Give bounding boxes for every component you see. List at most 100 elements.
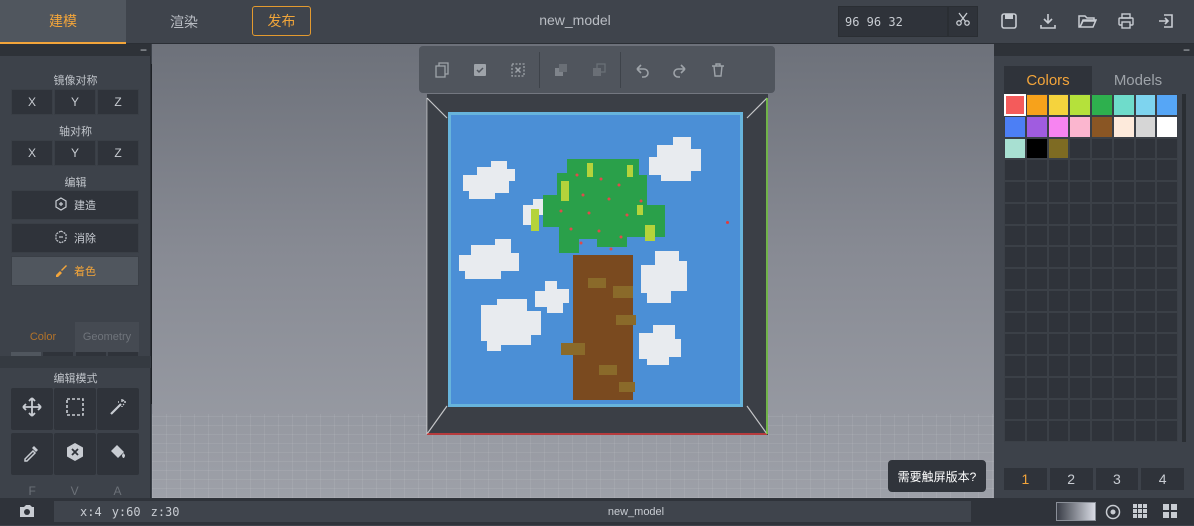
empty-swatch[interactable] bbox=[1069, 420, 1091, 442]
empty-swatch[interactable] bbox=[1134, 355, 1157, 377]
empty-swatch[interactable] bbox=[1069, 289, 1091, 312]
empty-swatch[interactable] bbox=[1004, 376, 1026, 399]
empty-swatch[interactable] bbox=[1134, 311, 1157, 334]
copy-icon[interactable] bbox=[423, 51, 461, 89]
merge-icon[interactable] bbox=[542, 51, 580, 89]
empty-swatch[interactable] bbox=[1025, 376, 1048, 399]
empty-swatch[interactable] bbox=[1091, 159, 1113, 181]
empty-swatch[interactable] bbox=[1047, 376, 1070, 399]
empty-swatch[interactable] bbox=[1025, 246, 1048, 268]
erase-button[interactable]: 消除 bbox=[11, 223, 139, 253]
tab-colors[interactable]: Colors bbox=[1004, 66, 1092, 94]
empty-swatch[interactable] bbox=[1134, 268, 1157, 290]
color-swatch[interactable] bbox=[1134, 94, 1157, 116]
empty-swatch[interactable] bbox=[1047, 202, 1070, 225]
empty-swatch[interactable] bbox=[1047, 159, 1070, 181]
empty-swatch[interactable] bbox=[1091, 420, 1113, 442]
empty-swatch[interactable] bbox=[1004, 333, 1026, 355]
palette-page-2[interactable]: 2 bbox=[1049, 468, 1093, 490]
empty-swatch[interactable] bbox=[1134, 181, 1157, 203]
empty-swatch[interactable] bbox=[1069, 268, 1091, 290]
f-mode-button[interactable]: F bbox=[28, 484, 35, 498]
empty-swatch[interactable] bbox=[1156, 376, 1178, 399]
empty-swatch[interactable] bbox=[1156, 398, 1178, 421]
axis-x-button[interactable]: X bbox=[11, 140, 53, 166]
color-swatch[interactable] bbox=[1112, 94, 1135, 116]
color-swatch[interactable] bbox=[1047, 115, 1070, 138]
empty-swatch[interactable] bbox=[1004, 268, 1026, 290]
empty-swatch[interactable] bbox=[1156, 181, 1178, 203]
empty-swatch[interactable] bbox=[1047, 246, 1070, 268]
empty-swatch[interactable] bbox=[1047, 224, 1070, 247]
empty-swatch[interactable] bbox=[1156, 289, 1178, 312]
empty-swatch[interactable] bbox=[1004, 289, 1026, 312]
geometry-mode-tab[interactable]: Geometry bbox=[75, 322, 139, 352]
empty-swatch[interactable] bbox=[1004, 355, 1026, 377]
empty-swatch[interactable] bbox=[1091, 376, 1113, 399]
empty-swatch[interactable] bbox=[1069, 224, 1091, 247]
color-swatch[interactable] bbox=[1025, 137, 1048, 160]
empty-swatch[interactable] bbox=[1091, 246, 1113, 268]
empty-swatch[interactable] bbox=[1134, 420, 1157, 442]
axis-z-button[interactable]: Z bbox=[97, 140, 139, 166]
save-icon[interactable] bbox=[998, 10, 1020, 32]
empty-swatch[interactable] bbox=[1112, 137, 1135, 160]
empty-swatch[interactable] bbox=[1112, 202, 1135, 225]
empty-swatch[interactable] bbox=[1091, 355, 1113, 377]
select-tool-button[interactable] bbox=[54, 388, 96, 430]
v-mode-button[interactable]: V bbox=[71, 484, 79, 498]
empty-swatch[interactable] bbox=[1134, 333, 1157, 355]
tab-render[interactable]: 渲染 bbox=[126, 0, 242, 44]
color-swatch[interactable] bbox=[1156, 115, 1178, 138]
target-icon[interactable] bbox=[1104, 503, 1122, 521]
empty-swatch[interactable] bbox=[1156, 159, 1178, 181]
empty-swatch[interactable] bbox=[1112, 355, 1135, 377]
empty-swatch[interactable] bbox=[1047, 355, 1070, 377]
empty-swatch[interactable] bbox=[1134, 202, 1157, 225]
resize-button[interactable] bbox=[948, 6, 978, 37]
touch-version-tip[interactable]: 需要触屏版本? bbox=[888, 460, 986, 492]
empty-swatch[interactable] bbox=[1069, 376, 1091, 399]
empty-swatch[interactable] bbox=[1091, 398, 1113, 421]
3d-viewport[interactable]: 需要触屏版本? bbox=[152, 44, 994, 498]
empty-swatch[interactable] bbox=[1156, 333, 1178, 355]
empty-swatch[interactable] bbox=[1091, 137, 1113, 160]
empty-swatch[interactable] bbox=[1047, 398, 1070, 421]
magic-wand-tool-button[interactable] bbox=[97, 388, 139, 430]
empty-swatch[interactable] bbox=[1134, 289, 1157, 312]
right-panel-collapse[interactable]: − bbox=[994, 44, 1194, 56]
palette-page-1[interactable]: 1 bbox=[1004, 468, 1047, 490]
empty-swatch[interactable] bbox=[1091, 202, 1113, 225]
empty-swatch[interactable] bbox=[1134, 159, 1157, 181]
color-swatch[interactable] bbox=[1025, 115, 1048, 138]
empty-swatch[interactable] bbox=[1156, 202, 1178, 225]
empty-swatch[interactable] bbox=[1004, 420, 1026, 442]
color-swatch[interactable] bbox=[1025, 94, 1048, 116]
empty-swatch[interactable] bbox=[1112, 420, 1135, 442]
empty-swatch[interactable] bbox=[1069, 246, 1091, 268]
empty-swatch[interactable] bbox=[1069, 333, 1091, 355]
empty-swatch[interactable] bbox=[1025, 355, 1048, 377]
palette-scrollbar[interactable] bbox=[1182, 94, 1186, 442]
empty-swatch[interactable] bbox=[1156, 246, 1178, 268]
empty-swatch[interactable] bbox=[1091, 268, 1113, 290]
empty-swatch[interactable] bbox=[1047, 268, 1070, 290]
empty-swatch[interactable] bbox=[1004, 224, 1026, 247]
eyedropper-tool-button[interactable] bbox=[11, 433, 53, 475]
axis-y-button[interactable]: Y bbox=[54, 140, 96, 166]
empty-swatch[interactable] bbox=[1025, 268, 1048, 290]
palette-page-3[interactable]: 3 bbox=[1095, 468, 1139, 490]
empty-swatch[interactable] bbox=[1091, 224, 1113, 247]
empty-swatch[interactable] bbox=[1047, 311, 1070, 334]
camera-icon[interactable] bbox=[18, 503, 36, 519]
empty-swatch[interactable] bbox=[1112, 289, 1135, 312]
color-swatch[interactable] bbox=[1004, 115, 1026, 138]
empty-swatch[interactable] bbox=[1004, 398, 1026, 421]
publish-button[interactable]: 发布 bbox=[252, 6, 311, 36]
download-icon[interactable] bbox=[1037, 10, 1059, 32]
empty-swatch[interactable] bbox=[1047, 420, 1070, 442]
empty-swatch[interactable] bbox=[1112, 246, 1135, 268]
empty-swatch[interactable] bbox=[1069, 137, 1091, 160]
empty-swatch[interactable] bbox=[1112, 376, 1135, 399]
tab-models[interactable]: Models bbox=[1092, 66, 1184, 94]
